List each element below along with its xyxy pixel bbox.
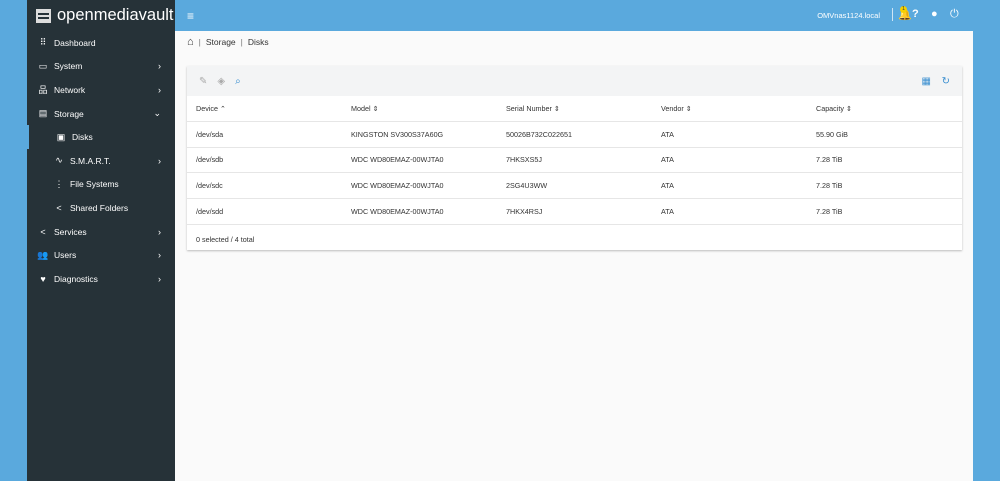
table-cell: 50026B732C022651 [506, 129, 572, 139]
table-cell: 7.28 TiB [816, 155, 843, 165]
table-cell: WDC WD80EMAZ-00WJTA0 [351, 155, 444, 165]
hostname: OMVnas1124.local [817, 11, 880, 20]
heart-pulse-icon: ♥ [40, 273, 46, 284]
sidebar-item-diagnostics[interactable]: ♥ Diagnostics › [27, 267, 175, 291]
table-cell: ATA [661, 129, 674, 139]
table-cell: WDC WD80EMAZ-00WJTA0 [351, 207, 444, 217]
sidebar-item-label: S.M.A.R.T. [70, 155, 111, 166]
sidebar-item-storage[interactable]: ▤ Storage ⌄ [27, 102, 175, 126]
sidebar-item-label: Diagnostics [54, 273, 98, 284]
table-cell: 7HKX4RSJ [506, 207, 543, 217]
table-row[interactable]: /dev/sda KINGSTON SV300S37A60G 50026B732C0… [187, 122, 962, 148]
sidebar-item-label: File Systems [70, 179, 119, 190]
disks-table-card: ✎ ◈ ⌕ ▦ ↻ Device ⌃ Model ⇕ Serial Number ⇕… [187, 66, 962, 250]
column-header[interactable]: Capacity ⇕ [816, 104, 852, 113]
sidebar-item-file-systems[interactable]: ⋮ File Systems [27, 173, 175, 197]
table-cell: /dev/sdb [196, 155, 224, 165]
app-title: openmediavault [57, 6, 174, 24]
sidebar-item-label: Storage [54, 108, 84, 119]
share-icon: < [40, 226, 46, 237]
table-cell: 7.28 TiB [816, 181, 843, 191]
edit-icon[interactable]: ✎ [199, 76, 207, 87]
chevron-icon: › [158, 226, 161, 237]
breadcrumb-storage[interactable]: Storage [206, 37, 236, 47]
eraser-icon[interactable]: ◈ [217, 76, 225, 87]
user-icon[interactable]: ● [931, 8, 938, 20]
chevron-icon: › [158, 250, 161, 261]
table-cell: ATA [661, 207, 674, 217]
breadcrumb-disks: Disks [247, 37, 269, 47]
sidebar: openmediavault ⠿ Dashboard ▭ System › 品 Networ… [27, 0, 175, 481]
column-toggle-icon[interactable]: ▦ [922, 76, 931, 87]
power-icon[interactable]: ⏻ [950, 8, 959, 21]
table-header: Device ⌃ Model ⇕ Serial Number ⇕ Vendor ⇕ Ca… [187, 96, 962, 122]
laptop-icon: ▭ [38, 60, 48, 71]
chevron-icon: › [158, 273, 161, 284]
logo-icon [36, 8, 51, 23]
sidebar-item-label: Services [54, 226, 87, 237]
column-header[interactable]: Serial Number ⇕ [506, 104, 560, 113]
chevron-icon: › [158, 155, 161, 166]
sidebar-item-shared-folders[interactable]: < Shared Folders [27, 196, 175, 220]
column-header[interactable]: Device ⌃ [196, 104, 226, 113]
disk-icon: ▣ [56, 131, 66, 142]
table-cell: 7.28 TiB [816, 207, 843, 217]
column-header[interactable]: Model ⇕ [351, 104, 379, 113]
column-header[interactable]: Vendor ⇕ [661, 104, 692, 113]
table-cell: ATA [661, 155, 674, 165]
sidebar-item-label: Dashboard [54, 37, 96, 48]
table-footer: 0 selected / 4 total [196, 234, 255, 244]
table-cell: /dev/sdd [196, 207, 224, 217]
sidebar-item-s-m-a-r-t[interactable]: ∿ S.M.A.R.T. › [27, 149, 175, 173]
pulse-icon: ∿ [55, 155, 63, 166]
breadcrumb: ⌂ | Storage | Disks [187, 36, 269, 48]
sidebar-item-users[interactable]: 👥 Users › [27, 243, 175, 267]
table-cell: /dev/sdc [196, 181, 223, 191]
search-icon[interactable]: ⌕ [235, 76, 241, 87]
table-cell: 2SG4U3WW [506, 181, 548, 191]
table-cell: 55.90 GiB [816, 129, 848, 139]
sidebar-item-label: Disks [72, 132, 93, 143]
users-icon: 👥 [37, 249, 49, 260]
sidebar-item-label: Network [54, 84, 86, 95]
table-cell: 7HKSXS5J [506, 155, 542, 165]
sidebar-item-label: Shared Folders [70, 202, 129, 213]
home-icon[interactable]: ⌂ [187, 36, 194, 48]
table-cell: ATA [661, 181, 674, 191]
grid-icon: ⠿ [39, 37, 47, 48]
help-icon[interactable]: ? [912, 8, 919, 20]
table-cell: WDC WD80EMAZ-00WJTA0 [351, 181, 444, 191]
storage-icon: ▤ [38, 108, 48, 119]
chevron-icon: › [158, 61, 161, 72]
sidebar-item-label: Users [54, 250, 77, 261]
table-toolbar: ✎ ◈ ⌕ ▦ ↻ [187, 66, 962, 96]
refresh-icon[interactable]: ↻ [942, 76, 950, 87]
table-cell: KINGSTON SV300S37A60G [351, 129, 444, 139]
top-bar: ≡ OMVnas1124.local 🔔 1 ? ● ⏻ [175, 0, 1000, 31]
tree-icon: ⋮ [54, 178, 64, 189]
notification-badge: 1 [900, 6, 907, 13]
table-row[interactable]: /dev/sdd WDC WD80EMAZ-00WJTA0 7HKX4RSJ ATA 7… [187, 199, 962, 225]
sidebar-item-network[interactable]: 品 Network › [27, 78, 175, 102]
table-row[interactable]: /dev/sdb WDC WD80EMAZ-00WJTA0 7HKSXS5J ATA 7… [187, 148, 962, 174]
share-icon: < [56, 202, 62, 213]
network-icon: 品 [38, 85, 48, 96]
sidebar-item-system[interactable]: ▭ System › [27, 55, 175, 79]
main-content: ⌂ | Storage | Disks ✎ ◈ ⌕ ▦ ↻ Device ⌃ Mode… [175, 31, 973, 481]
menu-icon[interactable]: ≡ [187, 9, 194, 23]
sidebar-item-disks[interactable]: ▣ Disks [27, 125, 175, 149]
sidebar-item-services[interactable]: < Services › [27, 220, 175, 244]
table-cell: /dev/sda [196, 129, 224, 139]
sidebar-item-label: System [54, 61, 83, 72]
chevron-icon: ⌄ [153, 108, 161, 119]
logo[interactable]: openmediavault [27, 0, 175, 31]
table-row[interactable]: /dev/sdc WDC WD80EMAZ-00WJTA0 2SG4U3WW ATA 7… [187, 173, 962, 200]
sidebar-item-dashboard[interactable]: ⠿ Dashboard [27, 31, 175, 55]
chevron-icon: › [158, 84, 161, 95]
